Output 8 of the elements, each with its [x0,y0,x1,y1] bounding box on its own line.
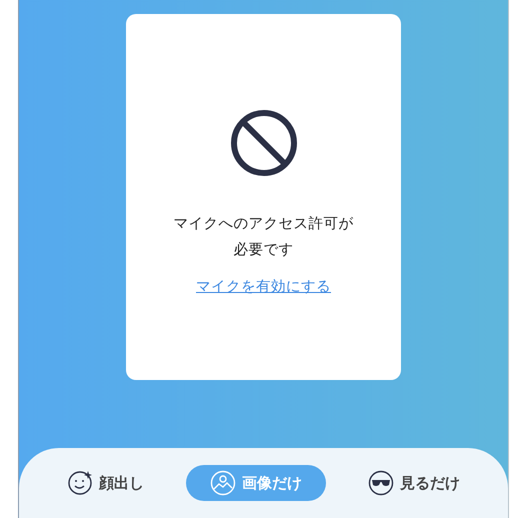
mode-tab[interactable]: 顔出し [55,465,156,501]
sunglasses-icon [368,470,394,496]
permission-message: マイクへのアクセス許可が必要です [172,215,354,260]
mode-tab[interactable]: 見るだけ [356,465,472,501]
image-icon [210,470,236,496]
enable-mic-link[interactable]: マイクを有効にする [196,277,331,299]
face-icon [67,470,93,496]
prohibited-icon [230,109,298,177]
